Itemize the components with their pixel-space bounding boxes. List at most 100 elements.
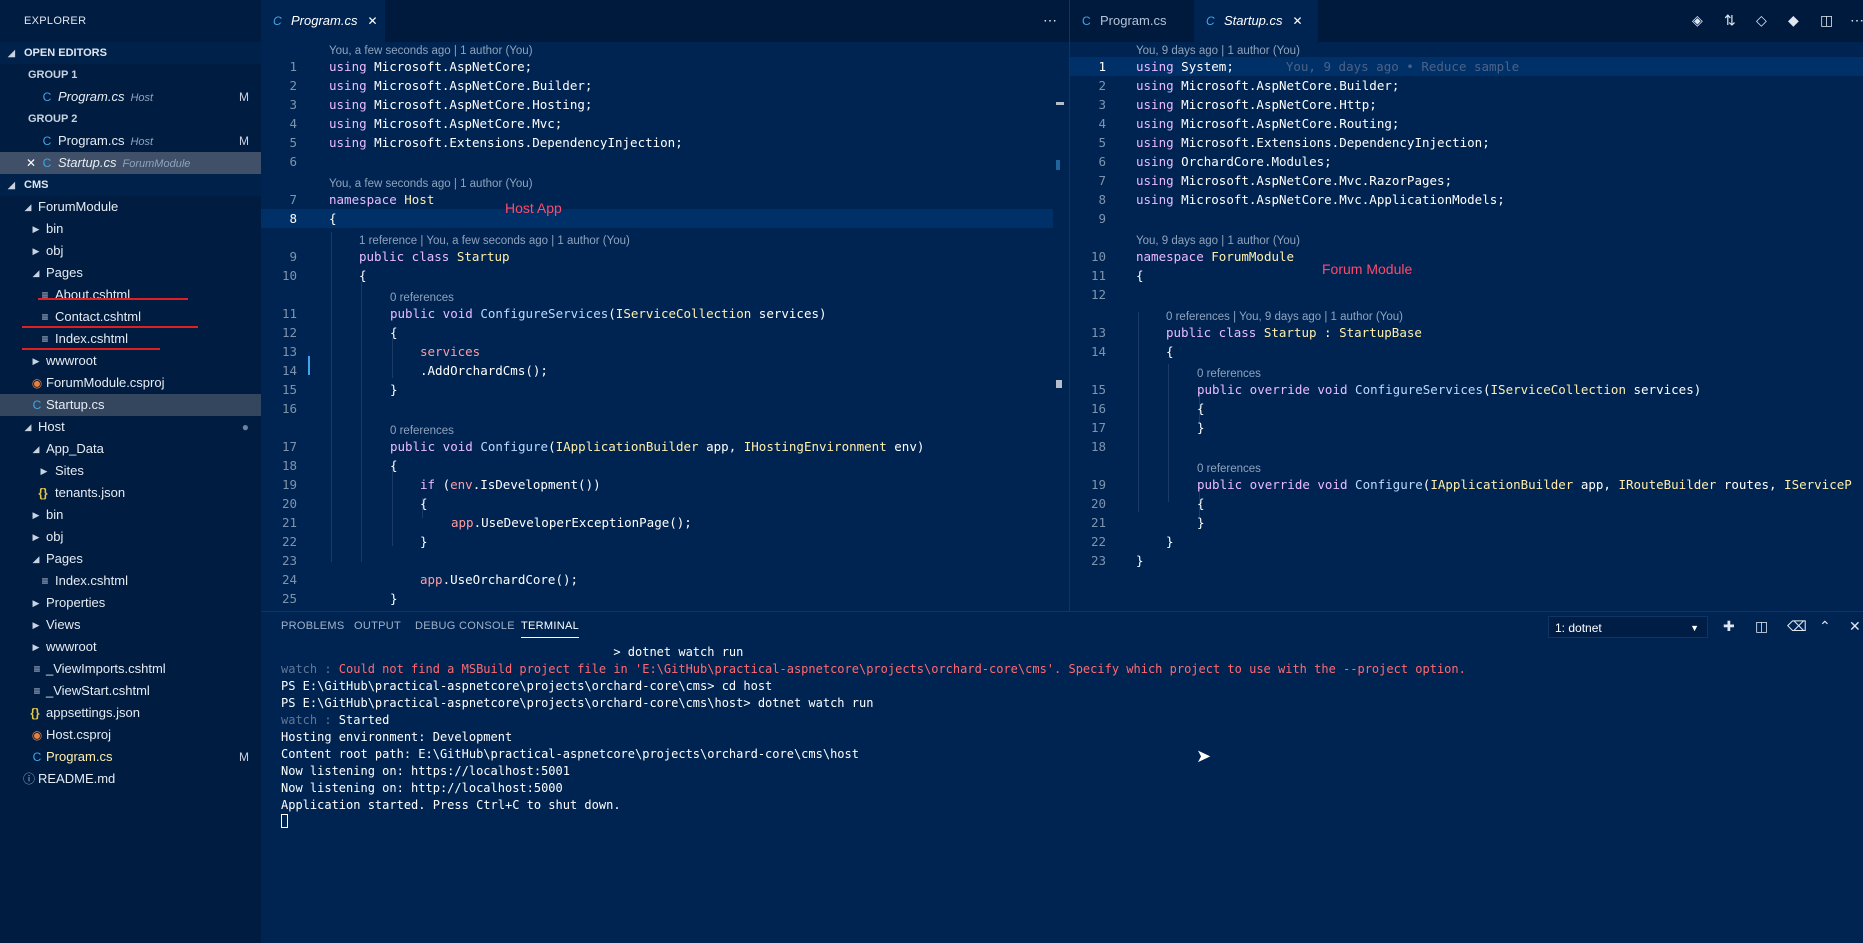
tree-viewstart[interactable]: ≡ _ViewStart.cshtml: [0, 680, 261, 702]
left-editor[interactable]: You, a few seconds ago | 1 author (You) …: [261, 42, 1069, 610]
line-number: 15: [1090, 382, 1106, 397]
code-line: {: [390, 456, 398, 475]
close-icon[interactable]: ✕: [24, 152, 38, 174]
tree-about[interactable]: ≡ About.cshtml: [0, 284, 261, 306]
more-actions-icon[interactable]: ⋯: [1043, 12, 1057, 29]
tab-terminal[interactable]: TERMINAL: [521, 620, 580, 638]
tree-viewimports[interactable]: ≡ _ViewImports.cshtml: [0, 658, 261, 680]
tree-sites[interactable]: ▶ Sites: [0, 460, 261, 482]
tree-readme[interactable]: ⓘ README.md: [0, 768, 261, 790]
file-label: Program.cs: [58, 133, 125, 148]
tree-app-data[interactable]: ◢ App_Data: [0, 438, 261, 460]
tree-bin[interactable]: ▶ bin: [0, 218, 261, 240]
right-editor[interactable]: You, 9 days ago | 1 author (You) 1 using…: [1070, 42, 1863, 610]
view-history-icon[interactable]: ◇: [1756, 12, 1767, 29]
tree-host-index[interactable]: ≡ Index.cshtml: [0, 570, 261, 592]
tree-startup[interactable]: C Startup.cs: [0, 394, 261, 416]
close-icon[interactable]: ✕: [1293, 14, 1303, 28]
terminal-select[interactable]: 1: dotnet ▼: [1548, 616, 1708, 638]
terminal-token: Could not find a MSBuild project file in…: [338, 662, 1466, 676]
tree-wwwroot[interactable]: ▶ wwwroot: [0, 350, 261, 372]
terminal-token: watch :: [281, 662, 339, 676]
line-number: 9: [1098, 211, 1106, 226]
tab-program-cs-right[interactable]: C Program.cs: [1070, 0, 1194, 42]
tree-appsettings[interactable]: {} appsettings.json: [0, 702, 261, 724]
line-number: 8: [289, 211, 297, 226]
tab-output[interactable]: OUTPUT: [354, 620, 401, 632]
terminal-cursor[interactable]: [281, 814, 288, 828]
more-actions-icon[interactable]: ⋯: [1850, 12, 1863, 29]
tab-debug-console[interactable]: DEBUG CONSOLE: [415, 620, 515, 632]
line-number: 22: [1090, 534, 1106, 549]
code-token: using: [1136, 59, 1174, 74]
close-icon[interactable]: ✕: [1849, 618, 1861, 635]
code-token: routes,: [1716, 477, 1785, 492]
code-token: {: [359, 268, 367, 283]
json-file-icon: {}: [38, 486, 48, 500]
tree-host-wwwroot[interactable]: ▶ wwwroot: [0, 636, 261, 658]
open-editor-startup-forummodule[interactable]: ✕ C Startup.cs ForumModule: [0, 152, 261, 174]
tree-properties[interactable]: ▶ Properties: [0, 592, 261, 614]
code-line: using Microsoft.AspNetCore.Builder;: [1136, 76, 1399, 95]
line-number: 21: [281, 515, 297, 530]
terminal-line: Now listening on: http://localhost:5000: [281, 781, 563, 795]
tree-obj[interactable]: ▶ obj: [0, 240, 261, 262]
tree-program[interactable]: C Program.cs M: [0, 746, 261, 768]
tree-host-pages[interactable]: ◢ Pages: [0, 548, 261, 570]
git-commit-icon[interactable]: ◆: [1788, 12, 1799, 29]
code-token: Microsoft.Extensions.DependencyInjection…: [1173, 135, 1490, 150]
open-editors-section[interactable]: ◢ OPEN EDITORS: [0, 42, 261, 64]
trash-icon[interactable]: ⌫: [1787, 618, 1807, 635]
code-line: }: [1197, 513, 1205, 532]
chevron-up-icon[interactable]: ⌃: [1819, 618, 1831, 635]
git-pull-request-icon[interactable]: ⇅: [1724, 12, 1736, 29]
line-number: 19: [281, 477, 297, 492]
code-line: if (env.IsDevelopment()): [420, 475, 601, 494]
split-editor-icon[interactable]: ◫: [1820, 12, 1833, 29]
tab-problems[interactable]: PROBLEMS: [281, 620, 345, 632]
tree-label: bin: [46, 507, 64, 522]
json-file-icon: {}: [30, 706, 40, 720]
code-line: using OrchardCore.Modules;: [1136, 152, 1332, 171]
scrollbar-thumb[interactable]: [1056, 380, 1062, 388]
code-token: }: [390, 382, 398, 397]
tree-host[interactable]: ◢ Host ●: [0, 416, 261, 438]
tab-program-cs[interactable]: C Program.cs ✕: [261, 0, 385, 42]
line-number: 1: [289, 59, 297, 74]
tree-label: wwwroot: [46, 639, 97, 654]
close-icon[interactable]: ✕: [367, 14, 377, 28]
csharp-file-icon: C: [42, 90, 52, 104]
tree-host-bin[interactable]: ▶ bin: [0, 504, 261, 526]
open-editor-program-host-2[interactable]: C Program.cs Host M: [0, 130, 261, 152]
tree-index[interactable]: ≡ Index.cshtml: [0, 328, 261, 350]
tree-pages[interactable]: ◢ Pages: [0, 262, 261, 284]
tree-tenants[interactable]: {} tenants.json: [0, 482, 261, 504]
line-number: 23: [281, 553, 297, 568]
tree-host-obj[interactable]: ▶ obj: [0, 526, 261, 548]
code-line: using Microsoft.AspNetCore.Hosting;: [329, 95, 592, 114]
chevron-right-icon: ▶: [32, 246, 40, 256]
new-terminal-icon[interactable]: ✚: [1723, 618, 1735, 635]
code-token: public void: [390, 306, 473, 321]
tree-forummodule[interactable]: ◢ ForumModule: [0, 196, 261, 218]
code-token: ForumModule: [1203, 249, 1295, 264]
markup-file-icon: ≡: [41, 574, 49, 588]
tree-views[interactable]: ▶ Views: [0, 614, 261, 636]
code-token: ConfigureServices: [1347, 382, 1483, 397]
tree-forummodule-csproj[interactable]: ◉ ForumModule.csproj: [0, 372, 261, 394]
code-token: {: [390, 458, 398, 473]
open-editor-program-host-1[interactable]: C Program.cs Host M: [0, 86, 261, 108]
tab-startup-cs[interactable]: C Startup.cs ✕: [1194, 0, 1318, 42]
git-compare-icon[interactable]: ◈: [1692, 12, 1703, 29]
tree-contact[interactable]: ≡ Contact.cshtml: [0, 306, 261, 328]
terminal-line: Content root path: E:\GitHub\practical-a…: [281, 747, 859, 761]
line-number: 17: [281, 439, 297, 454]
split-terminal-icon[interactable]: ◫: [1755, 618, 1768, 635]
tree-host-csproj[interactable]: ◉ Host.csproj: [0, 724, 261, 746]
code-line: {: [329, 209, 337, 228]
line-number: 1: [1098, 59, 1106, 74]
code-line: {: [1197, 494, 1205, 513]
line-number: 18: [1090, 439, 1106, 454]
code-token: :: [1316, 325, 1340, 340]
cms-section[interactable]: ◢ CMS: [0, 174, 261, 196]
